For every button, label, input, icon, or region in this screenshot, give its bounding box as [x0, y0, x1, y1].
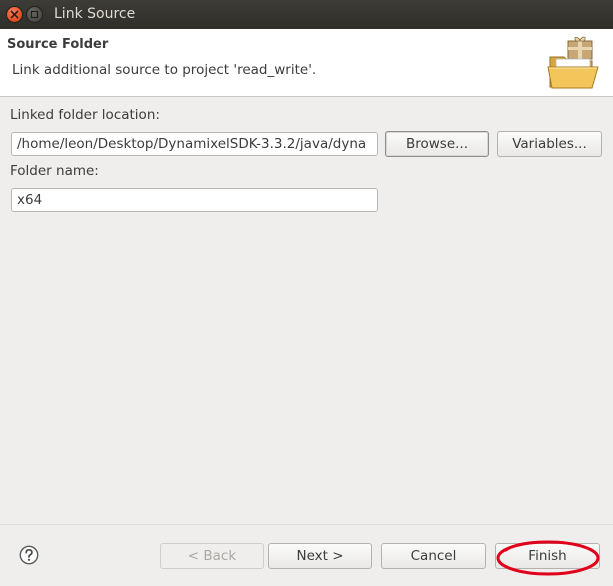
variables-button[interactable]: Variables...	[497, 131, 602, 157]
minimize-window-button[interactable]	[27, 7, 42, 22]
window-title: Link Source	[54, 6, 136, 22]
banner-description: Link additional source to project 'read_…	[12, 62, 317, 78]
linked-folder-location-input[interactable]: /home/leon/Desktop/DynamixelSDK-3.3.2/ja…	[11, 132, 378, 156]
next-button[interactable]: Next >	[268, 543, 372, 569]
close-window-button[interactable]	[7, 7, 22, 22]
minimize-icon	[30, 10, 39, 19]
footer-separator	[0, 524, 613, 525]
finish-button[interactable]: Finish	[495, 543, 600, 569]
browse-button[interactable]: Browse...	[385, 131, 489, 157]
banner-title: Source Folder	[7, 37, 109, 52]
folder-with-package-icon	[547, 36, 599, 89]
title-bar: Link Source	[0, 0, 613, 29]
cancel-button[interactable]: Cancel	[381, 543, 486, 569]
linked-folder-label: Linked folder location:	[10, 107, 160, 123]
folder-name-label: Folder name:	[10, 163, 99, 179]
folder-name-input[interactable]: x64	[11, 188, 378, 212]
help-icon[interactable]	[19, 545, 39, 565]
back-button[interactable]: < Back	[160, 543, 264, 569]
link-source-dialog: Link Source Source Folder Link additiona…	[0, 0, 613, 586]
close-icon	[10, 10, 19, 19]
wizard-banner: Source Folder Link additional source to …	[0, 29, 613, 97]
